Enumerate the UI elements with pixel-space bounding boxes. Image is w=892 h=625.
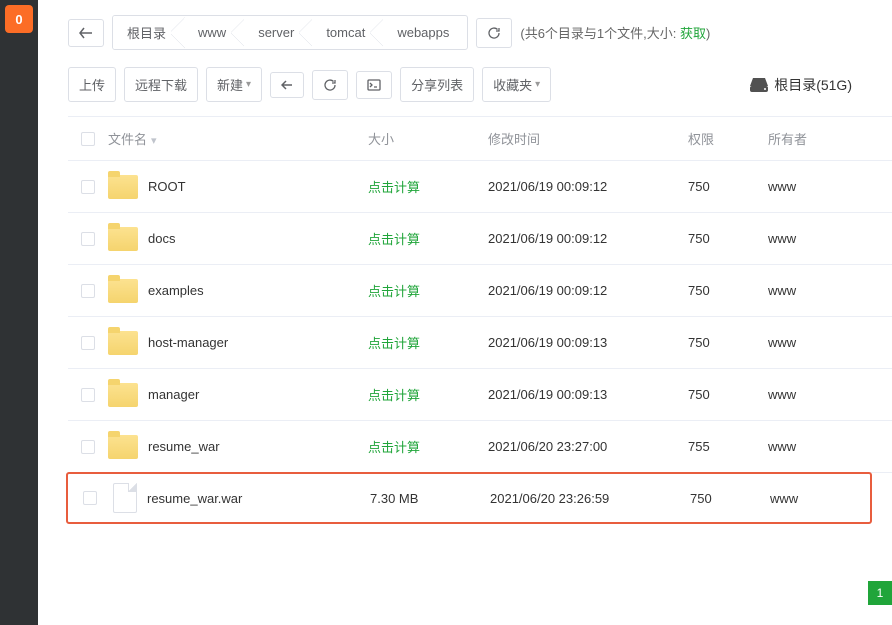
breadcrumb-item-root[interactable]: 根目录 [113, 16, 184, 49]
row-checkbox[interactable] [81, 284, 95, 298]
sidebar: 0 [0, 0, 38, 625]
file-owner: www [768, 179, 858, 194]
file-perm: 750 [688, 231, 768, 246]
file-time: 2021/06/20 23:27:00 [488, 439, 688, 454]
page-indicator[interactable]: 1 [868, 581, 892, 605]
calc-size-link[interactable]: 点击计算 [368, 388, 420, 403]
file-size: 7.30 MB [370, 491, 418, 506]
breadcrumb-item-server[interactable]: server [244, 18, 312, 47]
file-perm: 750 [688, 179, 768, 194]
file-time: 2021/06/19 00:09:12 [488, 283, 688, 298]
back-button[interactable] [68, 19, 104, 47]
calc-size-link[interactable]: 点击计算 [368, 232, 420, 247]
row-checkbox[interactable] [81, 440, 95, 454]
file-perm: 750 [688, 335, 768, 350]
folder-icon [108, 175, 138, 199]
file-name[interactable]: host-manager [148, 335, 228, 350]
file-perm: 750 [690, 491, 770, 506]
file-owner: www [768, 335, 858, 350]
file-name[interactable]: ROOT [148, 179, 186, 194]
upload-button[interactable]: 上传 [68, 67, 116, 102]
get-size-link[interactable]: 获取 [680, 26, 706, 41]
file-name[interactable]: resume_war.war [147, 491, 242, 506]
sort-icon: ▾ [151, 135, 157, 147]
breadcrumb: 根目录 www server tomcat webapps [112, 15, 468, 50]
file-icon [113, 483, 137, 513]
row-checkbox[interactable] [81, 388, 95, 402]
file-name[interactable]: manager [148, 387, 199, 402]
folder-icon [108, 227, 138, 251]
calc-size-link[interactable]: 点击计算 [368, 440, 420, 455]
file-owner: www [768, 231, 858, 246]
file-time: 2021/06/19 00:09:12 [488, 179, 688, 194]
terminal-button[interactable] [356, 71, 392, 99]
create-button[interactable]: 新建▾ [206, 67, 262, 102]
folder-icon [108, 331, 138, 355]
breadcrumb-item-tomcat[interactable]: tomcat [312, 18, 383, 47]
disk-info: 根目录(51G) [750, 75, 852, 95]
file-owner: www [768, 387, 858, 402]
table-row[interactable]: resume_war.war 7.30 MB 2021/06/20 23:26:59… [66, 472, 872, 524]
table-header: 文件名▾ 大小 修改时间 权限 所有者 [68, 117, 892, 161]
remote-download-button[interactable]: 远程下载 [124, 67, 198, 102]
folder-icon [108, 435, 138, 459]
table-row[interactable]: manager 点击计算 2021/06/19 00:09:13750www [68, 369, 892, 421]
row-checkbox[interactable] [83, 491, 97, 505]
table-body: ROOT点击计算2021/06/19 00:09:12750wwwdocs点击计… [68, 161, 892, 524]
favorites-button[interactable]: 收藏夹▾ [482, 67, 551, 102]
file-owner: www [770, 491, 860, 506]
file-time: 2021/06/19 00:09:13 [488, 387, 688, 402]
table-row[interactable]: resume_war 点击计算 2021/06/20 23:27:00755www [68, 421, 892, 473]
file-perm: 750 [688, 387, 768, 402]
refresh-breadcrumb-button[interactable] [476, 18, 512, 48]
file-perm: 750 [688, 283, 768, 298]
file-name[interactable]: examples [148, 283, 204, 298]
chevron-down-icon: ▾ [246, 79, 251, 90]
file-perm: 755 [688, 439, 768, 454]
calc-size-link[interactable]: 点击计算 [368, 180, 420, 195]
refresh-button[interactable] [312, 70, 348, 100]
file-time: 2021/06/19 00:09:12 [488, 231, 688, 246]
column-size[interactable]: 大小 [368, 129, 488, 148]
file-time: 2021/06/20 23:26:59 [490, 491, 690, 506]
breadcrumb-item-webapps[interactable]: webapps [383, 18, 467, 47]
file-owner: www [768, 439, 858, 454]
folder-icon [108, 383, 138, 407]
row-checkbox[interactable] [81, 232, 95, 246]
file-name[interactable]: docs [148, 231, 175, 246]
disk-icon [750, 78, 768, 92]
file-owner: www [768, 283, 858, 298]
table-row[interactable]: host-manager 点击计算 2021/06/19 00:09:13750ww… [68, 317, 892, 369]
table-row[interactable]: ROOT 点击计算 2021/06/19 00:09:12750www [68, 161, 892, 213]
file-name[interactable]: resume_war [148, 439, 220, 454]
calc-size-link[interactable]: 点击计算 [368, 284, 420, 299]
logo[interactable]: 0 [5, 5, 33, 33]
chevron-down-icon: ▾ [535, 79, 540, 90]
file-time: 2021/06/19 00:09:13 [488, 335, 688, 350]
breadcrumb-item-www[interactable]: www [184, 18, 244, 47]
column-perm[interactable]: 权限 [688, 129, 768, 148]
table-row[interactable]: docs 点击计算 2021/06/19 00:09:12750www [68, 213, 892, 265]
nav-back-button[interactable] [270, 72, 304, 98]
row-checkbox[interactable] [81, 180, 95, 194]
table-row[interactable]: examples 点击计算 2021/06/19 00:09:12750www [68, 265, 892, 317]
column-owner[interactable]: 所有者 [768, 129, 858, 148]
folder-icon [108, 279, 138, 303]
dir-info: (共6个目录与1个文件,大小: 获取) [520, 23, 710, 42]
calc-size-link[interactable]: 点击计算 [368, 336, 420, 351]
select-all-checkbox[interactable] [81, 132, 95, 146]
column-time[interactable]: 修改时间 [488, 129, 688, 148]
share-list-button[interactable]: 分享列表 [400, 67, 474, 102]
column-name[interactable]: 文件名▾ [108, 129, 157, 148]
row-checkbox[interactable] [81, 336, 95, 350]
